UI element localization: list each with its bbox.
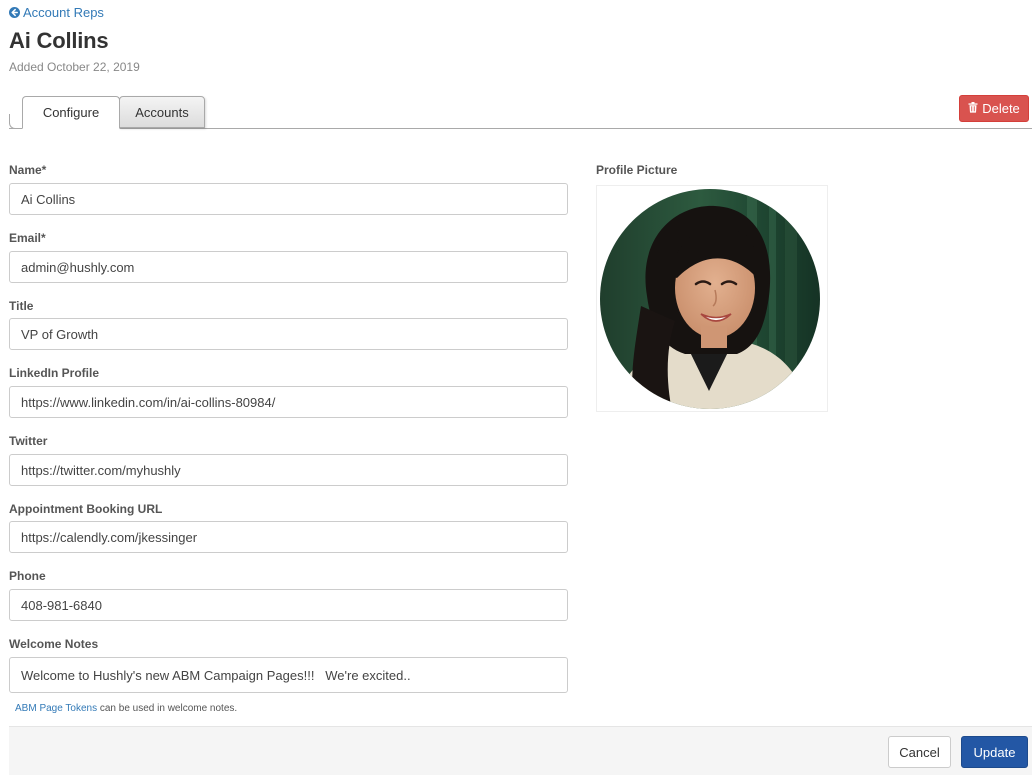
linkedin-input[interactable] bbox=[9, 386, 568, 418]
welcome-notes-input[interactable] bbox=[9, 657, 568, 693]
page-title: Ai Collins bbox=[9, 28, 109, 53]
booking-url-input[interactable] bbox=[9, 521, 568, 553]
twitter-label: Twitter bbox=[9, 434, 48, 448]
delete-button[interactable]: Delete bbox=[959, 95, 1029, 122]
abm-page-tokens-link[interactable]: ABM Page Tokens bbox=[15, 703, 97, 714]
cancel-button[interactable]: Cancel bbox=[888, 736, 951, 768]
twitter-input[interactable] bbox=[9, 454, 568, 486]
profile-picture[interactable] bbox=[596, 185, 828, 412]
title-label: Title bbox=[9, 299, 34, 313]
delete-label: Delete bbox=[982, 101, 1020, 116]
tab-label: Configure bbox=[42, 105, 100, 120]
welcome-notes-help: ABM Page Tokens can be used in welcome n… bbox=[15, 703, 237, 714]
tab-label: Accounts bbox=[135, 104, 189, 120]
form-footer bbox=[9, 726, 1032, 775]
tab-accounts[interactable]: Accounts bbox=[119, 96, 205, 128]
back-to-account-reps-link[interactable]: Account Reps bbox=[9, 5, 104, 20]
back-link-label: Account Reps bbox=[23, 5, 104, 20]
tab-configure[interactable]: Configure bbox=[22, 96, 120, 129]
welcome-notes-label: Welcome Notes bbox=[9, 637, 99, 651]
profile-picture-label: Profile Picture bbox=[596, 163, 678, 177]
email-label: Email* bbox=[9, 231, 46, 245]
booking-url-label: Appointment Booking URL bbox=[9, 502, 163, 516]
name-label: Name* bbox=[9, 163, 47, 177]
title-input[interactable] bbox=[9, 318, 568, 350]
profile-photo bbox=[600, 189, 820, 409]
name-input[interactable] bbox=[9, 183, 568, 215]
tabs-corner bbox=[9, 114, 23, 129]
help-text: can be used in welcome notes. bbox=[97, 703, 238, 714]
phone-label: Phone bbox=[9, 569, 46, 583]
tabs-divider bbox=[9, 128, 1032, 129]
added-date: Added October 22, 2019 bbox=[9, 60, 140, 74]
update-button[interactable]: Update bbox=[961, 736, 1028, 768]
linkedin-label: LinkedIn Profile bbox=[9, 366, 100, 380]
phone-input[interactable] bbox=[9, 589, 568, 621]
arrow-circle-left-icon bbox=[9, 7, 20, 18]
email-input[interactable] bbox=[9, 251, 568, 283]
trash-icon bbox=[968, 101, 978, 116]
